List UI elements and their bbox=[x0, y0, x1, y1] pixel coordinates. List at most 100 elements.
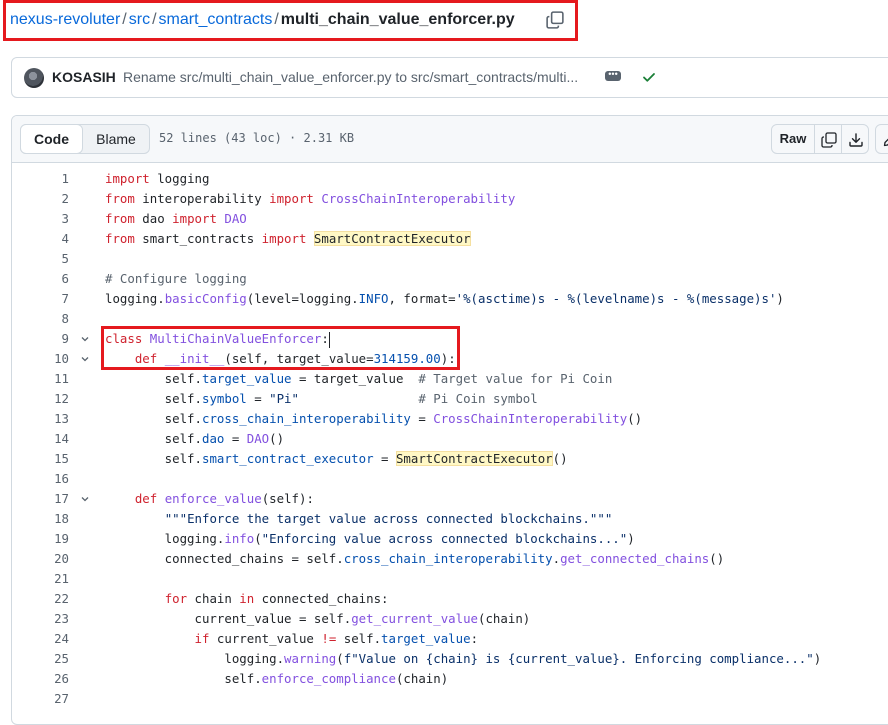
code-token: from bbox=[105, 191, 135, 206]
breadcrumb-dir-src[interactable]: src bbox=[129, 11, 150, 28]
line-number[interactable]: 17 bbox=[12, 489, 69, 509]
tab-code[interactable]: Code bbox=[20, 124, 83, 154]
code-token: warning bbox=[284, 651, 337, 666]
line-number[interactable]: 5 bbox=[12, 249, 69, 269]
code-token: import bbox=[105, 171, 150, 186]
code-line: 12 self.symbol = "Pi" # Pi Coin symbol bbox=[12, 389, 888, 409]
code-token: () bbox=[709, 551, 725, 566]
line-number[interactable]: 6 bbox=[12, 269, 69, 289]
line-number[interactable]: 3 bbox=[12, 209, 69, 229]
download-raw-button[interactable] bbox=[841, 124, 869, 154]
line-number[interactable]: 14 bbox=[12, 429, 69, 449]
code-text: class MultiChainValueEnforcer: bbox=[105, 329, 330, 349]
code-token: def bbox=[134, 491, 158, 506]
code-token: # Target value for Pi Coin bbox=[418, 371, 613, 386]
line-number[interactable]: 15 bbox=[12, 449, 69, 469]
line-number[interactable]: 18 bbox=[12, 509, 69, 529]
line-number[interactable]: 21 bbox=[12, 569, 69, 589]
expand-commit-button[interactable]: ••• bbox=[605, 70, 621, 81]
code-line: 3 from dao import DAO bbox=[12, 209, 888, 229]
code-token: dao bbox=[201, 431, 225, 446]
code-text: """Enforce the target value across conne… bbox=[105, 509, 613, 529]
line-number[interactable]: 10 bbox=[12, 349, 69, 369]
code-token: self. bbox=[105, 431, 202, 446]
code-token: ) bbox=[776, 291, 784, 306]
code-token: self. bbox=[105, 451, 202, 466]
breadcrumb-repo-link[interactable]: nexus-revoluter bbox=[10, 11, 120, 28]
line-number[interactable]: 1 bbox=[12, 169, 69, 189]
copy-path-icon[interactable] bbox=[546, 11, 564, 29]
code-line: 24 if current_value != self.target_value… bbox=[12, 629, 888, 649]
download-icon bbox=[849, 133, 863, 147]
code-text: for chain in connected_chains: bbox=[105, 589, 389, 609]
code-text: current_value = self.get_current_value(c… bbox=[105, 609, 531, 629]
line-number[interactable]: 25 bbox=[12, 649, 69, 669]
line-number[interactable]: 7 bbox=[12, 289, 69, 309]
line-number[interactable]: 13 bbox=[12, 409, 69, 429]
breadcrumb-separator: / bbox=[122, 11, 127, 28]
avatar[interactable] bbox=[24, 68, 44, 88]
code-text: logging.basicConfig(level=logging.INFO, … bbox=[105, 289, 784, 309]
code-line: 25 logging.warning(f"Value on {chain} is… bbox=[12, 649, 888, 669]
code-token: cross_chain_interoperability bbox=[343, 551, 553, 566]
check-icon[interactable] bbox=[641, 69, 657, 85]
code-line: 19 logging.info("Enforcing value across … bbox=[12, 529, 888, 549]
tab-blame[interactable]: Blame bbox=[83, 125, 149, 153]
code-token: current_value bbox=[209, 631, 322, 646]
code-line: 13 self.cross_chain_interoperability = C… bbox=[12, 409, 888, 429]
code-token: in bbox=[239, 591, 255, 606]
code-token: import bbox=[269, 191, 314, 206]
line-number[interactable]: 11 bbox=[12, 369, 69, 389]
commit-author[interactable]: KOSASIH bbox=[52, 69, 116, 85]
code-token: for bbox=[164, 591, 188, 606]
copy-raw-button[interactable] bbox=[814, 124, 842, 154]
code-token: ( bbox=[254, 531, 262, 546]
chevron-down-icon[interactable] bbox=[81, 495, 89, 503]
code-line: 4 from smart_contracts import SmartContra… bbox=[12, 229, 888, 249]
line-number[interactable]: 16 bbox=[12, 469, 69, 489]
code-token: """Enforce the target value across conne… bbox=[164, 511, 613, 526]
code-token: from bbox=[105, 231, 135, 246]
raw-button[interactable]: Raw bbox=[771, 124, 815, 154]
line-number[interactable]: 9 bbox=[12, 329, 69, 349]
line-number[interactable]: 8 bbox=[12, 309, 69, 329]
code-token: self. bbox=[105, 671, 262, 686]
code-token: # Pi Coin symbol bbox=[418, 391, 538, 406]
chevron-down-icon[interactable] bbox=[81, 335, 89, 343]
code-token: CrossChainInteroperability bbox=[321, 191, 516, 206]
edit-file-button[interactable] bbox=[875, 124, 888, 154]
commit-message[interactable]: Rename src/multi_chain_value_enforcer.py… bbox=[123, 69, 578, 85]
code-token: (self): bbox=[261, 491, 314, 506]
code-token: != bbox=[321, 631, 337, 646]
breadcrumb-dir-smart-contracts[interactable]: smart_contracts bbox=[159, 11, 273, 28]
line-number[interactable]: 26 bbox=[12, 669, 69, 689]
line-number[interactable]: 12 bbox=[12, 389, 69, 409]
chevron-down-icon[interactable] bbox=[81, 355, 89, 363]
line-number[interactable]: 2 bbox=[12, 189, 69, 209]
line-number[interactable]: 27 bbox=[12, 689, 69, 709]
line-number[interactable]: 23 bbox=[12, 609, 69, 629]
code-token: dao bbox=[134, 211, 173, 226]
line-number[interactable]: 22 bbox=[12, 589, 69, 609]
code-token: smart_contract_executor bbox=[201, 451, 374, 466]
line-number[interactable]: 4 bbox=[12, 229, 69, 249]
code-text: logging.warning(f"Value on {chain} is {c… bbox=[105, 649, 821, 669]
code-token: interoperability bbox=[134, 191, 270, 206]
code-token: logging. bbox=[105, 531, 225, 546]
code-line: 8 bbox=[12, 309, 888, 329]
code-token: : bbox=[470, 631, 479, 646]
code-token: get_connected_chains bbox=[560, 551, 710, 566]
line-number[interactable]: 20 bbox=[12, 549, 69, 569]
code-token: target_value bbox=[201, 371, 292, 386]
code-text: self.cross_chain_interoperability = Cros… bbox=[105, 409, 642, 429]
code-token: info bbox=[224, 531, 255, 546]
code-token: () bbox=[269, 431, 285, 446]
code-token: class bbox=[105, 331, 143, 346]
line-number[interactable]: 24 bbox=[12, 629, 69, 649]
code-token: self. bbox=[105, 411, 202, 426]
line-number[interactable]: 19 bbox=[12, 529, 69, 549]
text-cursor bbox=[328, 331, 330, 348]
